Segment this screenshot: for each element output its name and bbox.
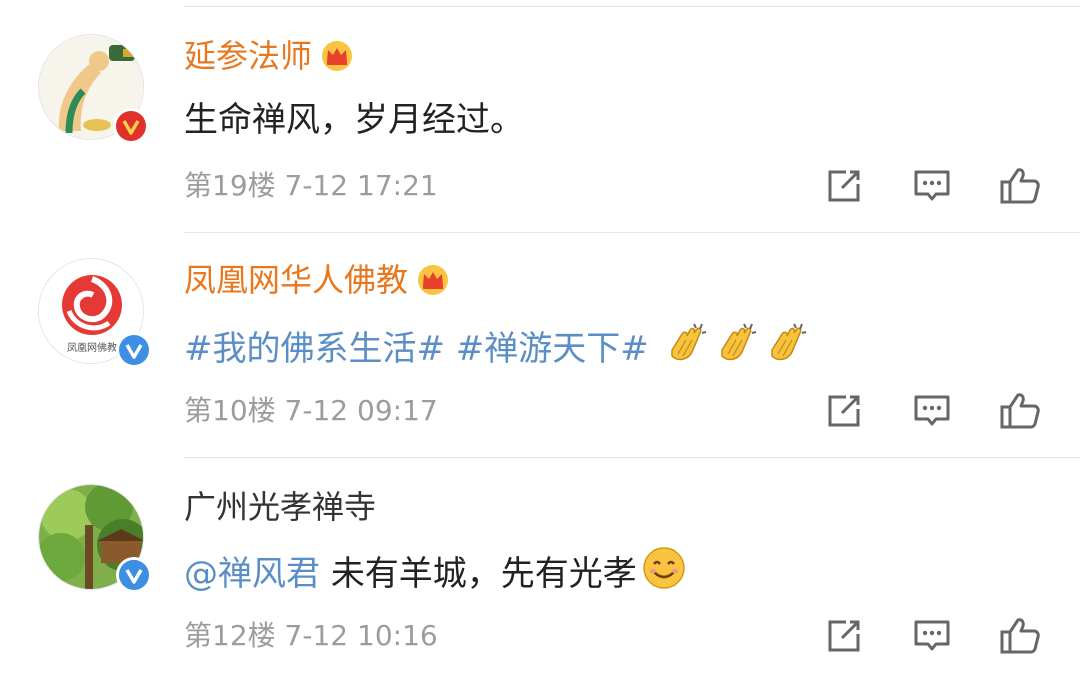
like-icon[interactable] [998,614,1042,658]
floor-number: 第12楼 [184,619,276,652]
comment-body: 未有羊城，先有光孝 [330,554,637,594]
username[interactable]: 广州光孝禅寺 [184,487,376,527]
comment-text: @禅风君 未有羊城，先有光孝 [184,545,687,603]
comment-icon[interactable] [910,614,954,658]
comment-meta: 第12楼 7-12 10:16 [184,618,438,654]
comment-item: 广州光孝禅寺 @禅风君 未有羊城，先有光孝 第12楼 7-12 10:16 [0,0,1080,680]
comment-date: 7-12 [284,619,349,652]
username-text[interactable]: 广州光孝禅寺 [184,488,376,526]
mention-link[interactable]: @禅风君 [184,554,320,594]
verified-badge-icon [116,557,152,593]
comment-time: 10:16 [357,619,438,652]
smile-emoji-icon [641,545,687,603]
repost-icon[interactable] [822,614,866,658]
